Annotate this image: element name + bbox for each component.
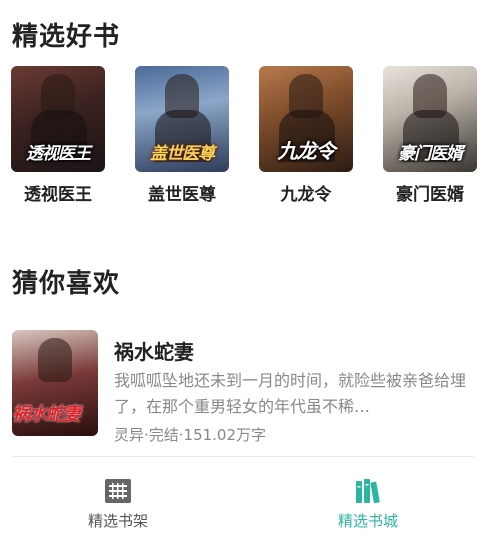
book-cover[interactable]: 盖世医尊	[135, 66, 229, 172]
featured-books-row: 透视医王 透视医王 盖世医尊 盖世医尊 九龙令 九龙令 豪门医婿 豪门医婿	[0, 66, 481, 206]
tab-bookstore[interactable]: 精选书城	[318, 478, 418, 531]
featured-book-card[interactable]: 九龙令 九龙令	[258, 66, 354, 205]
tab-bookshelf[interactable]: 精选书架	[68, 478, 168, 531]
bottom-tab-bar: 精选书架 精选书城	[0, 466, 481, 536]
rec-book-title[interactable]: 祸水蛇妻	[114, 336, 194, 365]
rec-book-cover[interactable]: 祸水蛇妻	[12, 330, 98, 436]
featured-section-title: 精选好书	[12, 22, 121, 52]
bookshelf-icon	[104, 478, 132, 504]
book-cover[interactable]: 豪门医婿	[383, 66, 477, 172]
books-icon	[354, 478, 382, 504]
recommend-list-item[interactable]: 祸水蛇妻 祸水蛇妻 我呱呱坠地还未到一月的时间，就险些被亲爸给埋了，在那个重男轻…	[12, 330, 474, 444]
tab-bookstore-label: 精选书城	[337, 512, 398, 530]
book-cover[interactable]: 九龙令	[259, 66, 353, 172]
divider	[12, 456, 474, 457]
cover-title-art: 盖世医尊	[150, 144, 215, 164]
featured-book-card[interactable]: 豪门医婿 豪门医婿	[382, 66, 478, 205]
book-cover[interactable]: 透视医王	[11, 66, 105, 172]
featured-book-card[interactable]: 透视医王 透视医王	[10, 66, 106, 205]
featured-book-card[interactable]: 盖世医尊 盖世医尊	[134, 66, 230, 205]
guess-section-title: 猜你喜欢	[12, 269, 121, 299]
cover-title-art: 九龙令	[277, 139, 336, 163]
cover-title-art: 祸水蛇妻	[12, 404, 81, 425]
book-title[interactable]: 豪门医婿	[382, 180, 478, 205]
rec-book-meta: 灵异·完结·151.02万字	[114, 426, 267, 444]
book-title[interactable]: 九龙令	[258, 180, 354, 205]
rec-book-description: 我呱呱坠地还未到一月的时间，就险些被亲爸给埋了，在那个重男轻女的年代虽不稀…	[114, 371, 467, 416]
cover-figure-icon	[38, 338, 72, 382]
cover-title-art: 透视医王	[26, 144, 91, 164]
book-title[interactable]: 盖世医尊	[134, 180, 230, 205]
book-title[interactable]: 透视医王	[10, 180, 106, 205]
cover-title-art: 豪门医婿	[398, 144, 463, 164]
tab-bookshelf-label: 精选书架	[87, 512, 148, 530]
